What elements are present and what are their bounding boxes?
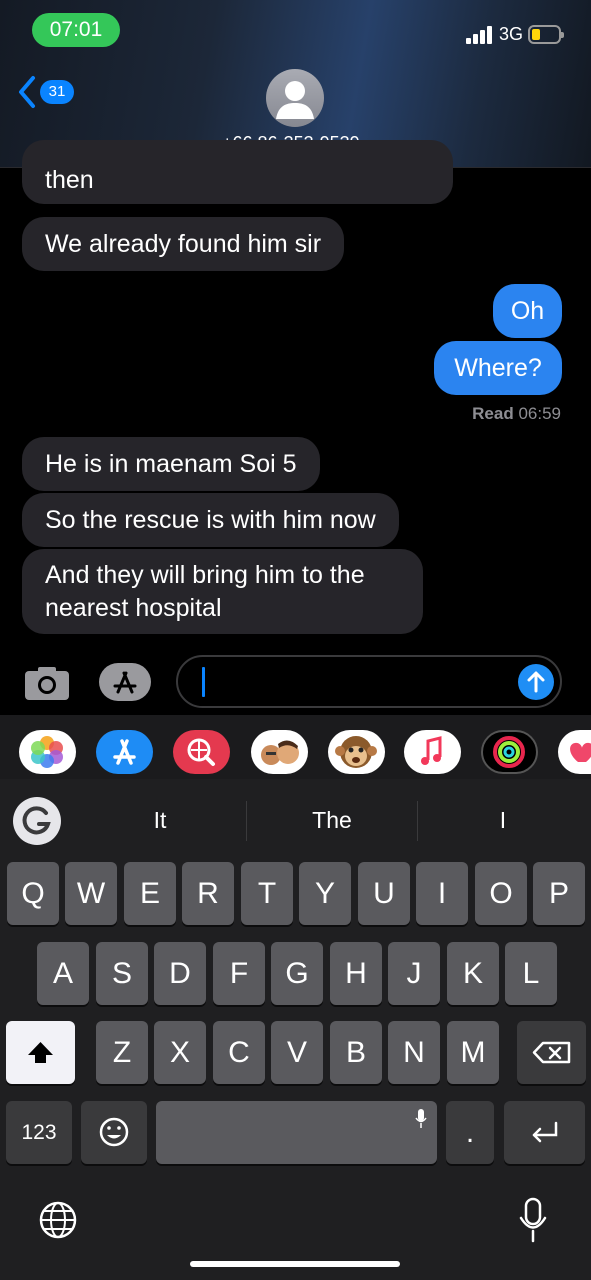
key-u[interactable]: U <box>358 862 410 925</box>
dictation-mic-icon <box>415 1109 427 1128</box>
key-o[interactable]: O <box>475 862 527 925</box>
key-b[interactable]: B <box>330 1021 382 1084</box>
key-s[interactable]: S <box>96 942 148 1005</box>
read-receipt: Read 06:59 <box>472 404 561 424</box>
memoji-icon[interactable] <box>251 730 308 774</box>
person-icon <box>276 81 314 119</box>
message-bubble-incoming[interactable]: We already found him sir <box>22 217 345 271</box>
key-j[interactable]: J <box>388 942 440 1005</box>
key-f[interactable]: F <box>213 942 265 1005</box>
space-bar[interactable] <box>156 1101 437 1164</box>
message-bubble-outgoing[interactable]: Oh <box>493 284 562 338</box>
monkey-icon[interactable] <box>328 730 385 774</box>
numbers-key[interactable]: 123 <box>6 1101 72 1164</box>
web-search-icon[interactable] <box>173 730 230 774</box>
message-bubble-outgoing[interactable]: Where? <box>434 341 562 395</box>
key-i[interactable]: I <box>416 862 468 925</box>
message-bubble-incoming[interactable]: then <box>22 140 453 204</box>
app-store-icon[interactable] <box>96 730 153 774</box>
key-y[interactable]: Y <box>299 862 351 925</box>
unread-count-badge: 31 <box>40 80 74 104</box>
key-m[interactable]: M <box>447 1021 499 1084</box>
send-button[interactable] <box>518 664 554 700</box>
read-time: 06:59 <box>518 404 561 423</box>
key-r[interactable]: R <box>182 862 234 925</box>
key-k[interactable]: K <box>447 942 499 1005</box>
arrow-up-icon <box>527 671 545 693</box>
key-n[interactable]: N <box>388 1021 440 1084</box>
period-key[interactable]: . <box>446 1101 494 1164</box>
key-d[interactable]: D <box>154 942 206 1005</box>
key-t[interactable]: T <box>241 862 293 925</box>
backspace-icon <box>532 1041 571 1064</box>
battery-icon <box>528 25 564 44</box>
app-store-button[interactable] <box>99 663 151 701</box>
suggestion-item[interactable]: I <box>418 807 588 834</box>
keyboard: It The I Q W E R T Y U I O P A S D F G H… <box>0 779 591 1280</box>
key-a[interactable]: A <box>37 942 89 1005</box>
activity-icon[interactable] <box>481 730 538 774</box>
key-z[interactable]: Z <box>96 1021 148 1084</box>
network-type: 3G <box>499 24 524 44</box>
delete-key[interactable] <box>517 1021 586 1084</box>
grammarly-icon <box>22 806 51 835</box>
imessage-app-strip <box>0 715 591 779</box>
back-button[interactable]: 31 <box>16 74 74 110</box>
read-label: Read <box>472 404 514 423</box>
globe-icon[interactable] <box>38 1200 78 1240</box>
shift-arrow-icon <box>28 1042 53 1063</box>
key-g[interactable]: G <box>271 942 323 1005</box>
key-h[interactable]: H <box>330 942 382 1005</box>
return-arrow-icon <box>532 1121 558 1143</box>
message-input[interactable] <box>176 655 562 708</box>
contact-avatar[interactable] <box>266 69 324 127</box>
app-store-icon <box>113 671 137 694</box>
message-bubble-incoming[interactable]: And they will bring him to the nearest h… <box>22 549 423 634</box>
shift-key[interactable] <box>6 1021 75 1084</box>
suggestion-item[interactable]: It <box>75 807 245 834</box>
key-c[interactable]: C <box>213 1021 265 1084</box>
return-key[interactable] <box>504 1101 585 1164</box>
key-l[interactable]: L <box>505 942 557 1005</box>
dictation-mic-icon[interactable] <box>518 1197 548 1243</box>
key-x[interactable]: X <box>154 1021 206 1084</box>
emoji-key[interactable] <box>81 1101 147 1164</box>
message-bubble-incoming[interactable]: So the rescue is with him now <box>22 493 399 547</box>
signal-strength-icon <box>466 26 494 44</box>
message-bubble-incoming[interactable]: He is in maenam Soi 5 <box>22 437 320 491</box>
grammarly-button[interactable] <box>13 797 61 845</box>
key-w[interactable]: W <box>65 862 117 925</box>
key-e[interactable]: E <box>124 862 176 925</box>
chevron-left-icon <box>19 76 35 108</box>
camera-icon[interactable] <box>24 665 70 701</box>
music-icon[interactable] <box>404 730 461 774</box>
status-time: 07:01 <box>32 13 120 47</box>
key-v[interactable]: V <box>271 1021 323 1084</box>
key-q[interactable]: Q <box>7 862 59 925</box>
heart-icon[interactable] <box>558 730 591 774</box>
key-p[interactable]: P <box>533 862 585 925</box>
text-cursor <box>202 667 205 697</box>
home-indicator[interactable] <box>190 1261 400 1267</box>
emoji-icon <box>99 1117 129 1147</box>
suggestion-item[interactable]: The <box>247 807 417 834</box>
photos-icon[interactable] <box>19 730 76 774</box>
